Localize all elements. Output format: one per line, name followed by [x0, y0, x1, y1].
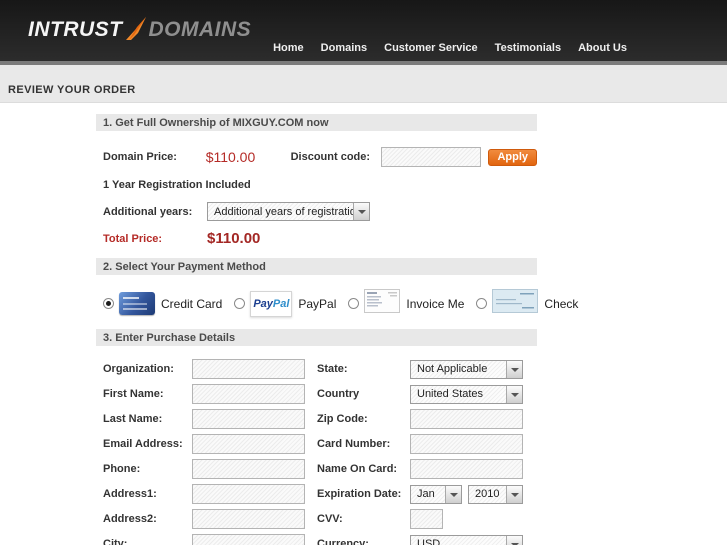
check-icon [492, 289, 539, 318]
apply-button[interactable]: Apply [488, 148, 537, 166]
registration-note: 1 Year Registration Included [103, 179, 251, 191]
state-select[interactable]: Not Applicable [410, 359, 523, 379]
site-logo[interactable]: INTRUST DOMAINS [28, 17, 251, 42]
section2-header: 2. Select Your Payment Method [96, 258, 537, 275]
logo-text-intrust: INTRUST [28, 18, 123, 41]
name-on-card-label: Name On Card: [317, 463, 398, 475]
domain-price-value: $110.00 [205, 149, 256, 165]
expiration-date-label: Expiration Date: [317, 488, 402, 500]
nav-about-us[interactable]: About Us [578, 42, 627, 54]
cvv-input[interactable] [410, 509, 443, 529]
payment-radio-2[interactable] [348, 298, 360, 309]
additional-years-row: Additional years: Additional years of re… [96, 202, 537, 221]
card-number-label: Card Number: [317, 438, 391, 450]
section2-title: 2. Select Your Payment Method [103, 260, 266, 273]
currency-label: Currency: [317, 538, 369, 545]
email-input[interactable] [192, 434, 305, 454]
zip-code-input[interactable] [410, 409, 523, 429]
nav-home[interactable]: Home [273, 42, 304, 54]
chevron-down-icon [506, 485, 522, 503]
site-header: INTRUST DOMAINS Home Domains Customer Se… [0, 0, 727, 61]
zip-code-label: Zip Code: [317, 413, 368, 425]
payment-option-credit-card[interactable]: Credit Card [103, 292, 222, 315]
phone-input[interactable] [192, 459, 305, 479]
total-price-value: $110.00 [207, 230, 261, 247]
payment-label: Invoice Me [406, 296, 465, 311]
section3-header: 3. Enter Purchase Details [96, 329, 537, 346]
additional-years-select[interactable]: Additional years of registration [207, 202, 370, 221]
payment-option-check[interactable]: Check [476, 289, 578, 318]
nav-testimonials[interactable]: Testimonials [495, 42, 561, 54]
payment-radio-0[interactable] [103, 298, 114, 309]
city-label: City: [103, 538, 128, 545]
total-price-label: Total Price: [103, 232, 163, 245]
form-row: First Name: Country United States [96, 384, 537, 404]
form-row: City: Currency: USD [96, 534, 537, 545]
page-title: REVIEW YOUR ORDER [8, 84, 136, 96]
nav-customer-service[interactable]: Customer Service [384, 42, 478, 54]
payment-option-invoice[interactable]: Invoice Me [348, 289, 464, 318]
total-price-row: Total Price: $110.00 [96, 230, 537, 247]
first-name-label: First Name: [103, 388, 164, 400]
chevron-down-icon [506, 360, 522, 378]
credit-card-icon [119, 292, 155, 315]
payment-option-paypal[interactable]: Pay Pal PayPal [234, 290, 337, 317]
form-row: Address1: Expiration Date: Jan 2010 [96, 484, 537, 504]
name-on-card-input[interactable] [410, 459, 523, 479]
paypal-icon: Pay Pal [250, 290, 293, 317]
expiration-month-select[interactable]: Jan [410, 484, 462, 504]
address1-input[interactable] [192, 484, 305, 504]
payment-radio-3[interactable] [476, 298, 488, 309]
main-nav: Home Domains Customer Service Testimonia… [256, 42, 627, 54]
country-label: Country [317, 388, 360, 400]
section1-header: 1. Get Full Ownership of MIXGUY.COM now [96, 114, 537, 131]
payment-methods-row: Credit Card Pay Pal PayPal Invoice Me Ch… [103, 289, 578, 318]
organization-input[interactable] [192, 359, 305, 379]
cvv-label: CVV: [317, 513, 343, 525]
discount-code-label: Discount code: [290, 151, 371, 163]
expiration-year-select[interactable]: 2010 [468, 484, 523, 504]
section1-title: 1. Get Full Ownership of MIXGUY.COM now [103, 116, 329, 129]
discount-code-input[interactable] [381, 147, 482, 167]
city-input[interactable] [192, 534, 305, 545]
domain-price-label: Domain Price: [103, 151, 177, 163]
section3-title: 3. Enter Purchase Details [103, 331, 236, 344]
address2-input[interactable] [192, 509, 305, 529]
chevron-down-icon [506, 385, 522, 403]
form-row: Phone: Name On Card: [96, 459, 537, 479]
payment-radio-1[interactable] [234, 298, 246, 309]
phone-label: Phone: [103, 463, 141, 475]
last-name-input[interactable] [192, 409, 305, 429]
organization-label: Organization: [103, 363, 174, 375]
logo-text-domains: DOMAINS [148, 18, 252, 41]
form-row: Last Name: Zip Code: [96, 409, 537, 429]
payment-label: Credit Card [161, 296, 223, 311]
chevron-down-icon [506, 535, 522, 545]
purchase-details-form: Organization: State: Not Applicable Firs… [96, 359, 537, 545]
logo-arrow-icon [125, 17, 146, 40]
nav-domains[interactable]: Domains [321, 42, 367, 54]
state-label: State: [317, 363, 348, 375]
email-label: Email Address: [103, 438, 183, 450]
chevron-down-icon [445, 485, 461, 503]
chevron-down-icon [353, 203, 369, 220]
form-row: Email Address: Card Number: [96, 434, 537, 454]
form-row: Address2: CVV: [96, 509, 537, 529]
country-select[interactable]: United States [410, 384, 523, 404]
currency-select[interactable]: USD [410, 534, 523, 545]
address1-label: Address1: [103, 488, 157, 500]
review-order-strip: REVIEW YOUR ORDER [0, 65, 727, 103]
invoice-icon [364, 289, 401, 318]
last-name-label: Last Name: [103, 413, 163, 425]
additional-years-label: Additional years: [103, 205, 193, 218]
order-form-container: 1. Get Full Ownership of MIXGUY.COM now … [96, 114, 578, 545]
card-number-input[interactable] [410, 434, 523, 454]
form-row: Organization: State: Not Applicable [96, 359, 537, 379]
first-name-input[interactable] [192, 384, 305, 404]
address2-label: Address2: [103, 513, 157, 525]
payment-label: PayPal [298, 296, 337, 311]
price-discount-row: Domain Price: $110.00 Discount code: App… [96, 146, 537, 168]
payment-label: Check [544, 296, 579, 311]
